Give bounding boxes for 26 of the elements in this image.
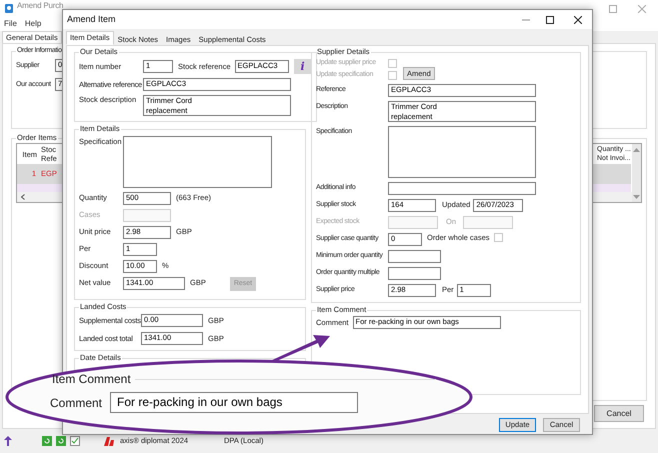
field-label: Comment xyxy=(50,394,102,412)
window-title: Amend Item xyxy=(67,12,116,26)
group-title: Item Comment xyxy=(51,371,131,388)
input-field[interactable] xyxy=(388,267,441,280)
checkbox[interactable] xyxy=(494,233,503,242)
input-field[interactable] xyxy=(388,126,536,178)
input-field[interactable] xyxy=(388,182,536,195)
input-field[interactable] xyxy=(388,250,441,263)
scroll-left-icon[interactable] xyxy=(21,194,25,200)
up-arrow-icon[interactable] xyxy=(4,436,12,446)
logo-icon xyxy=(104,436,114,446)
close-icon[interactable] xyxy=(574,16,582,24)
refresh-icon[interactable] xyxy=(42,436,52,446)
scroll-up-icon[interactable] xyxy=(633,147,640,153)
input-field[interactable] xyxy=(123,136,272,188)
menu-item[interactable]: File xyxy=(4,18,17,30)
info-button[interactable]: i xyxy=(294,59,312,74)
refresh-icon[interactable] xyxy=(56,436,66,446)
checklist-icon[interactable] xyxy=(70,436,80,446)
menu-item[interactable]: Help xyxy=(24,18,42,30)
scroll-down-icon[interactable] xyxy=(633,194,640,200)
maximize-icon[interactable] xyxy=(546,16,554,24)
input-field[interactable]: For re-packing in our own bags xyxy=(110,392,358,413)
cancel-button[interactable]: Cancel xyxy=(594,405,644,422)
app-icon xyxy=(4,3,14,14)
window-title: Amend Purch xyxy=(17,1,64,10)
